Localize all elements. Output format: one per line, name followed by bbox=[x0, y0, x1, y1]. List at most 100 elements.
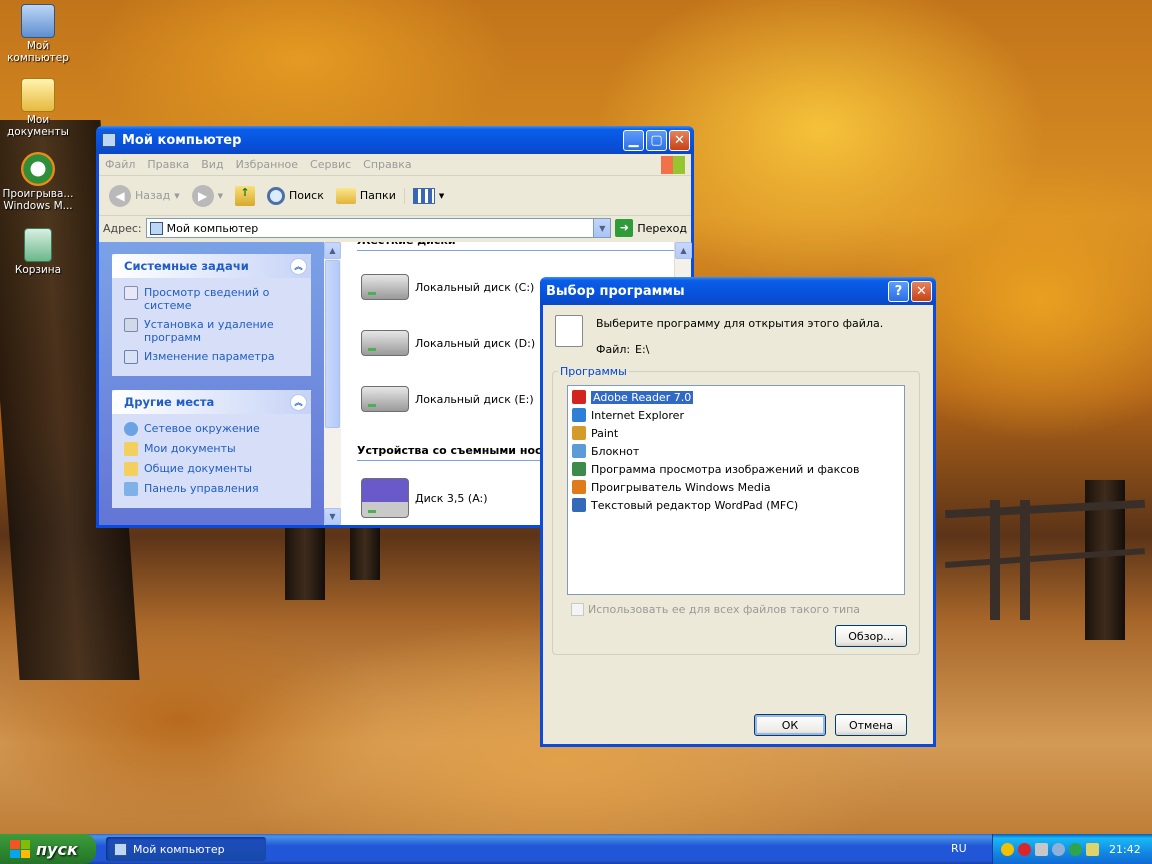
dialog-close-button[interactable]: ✕ bbox=[911, 280, 932, 302]
program-icon bbox=[572, 390, 586, 404]
hard-drive-icon bbox=[361, 386, 409, 412]
search-label: Поиск bbox=[289, 189, 324, 202]
language-indicator[interactable]: RU bbox=[951, 842, 967, 855]
volume-icon[interactable] bbox=[1035, 842, 1048, 856]
menu-file[interactable]: Файл bbox=[99, 158, 141, 171]
computer-icon bbox=[21, 4, 55, 38]
task-label: Изменение параметра bbox=[144, 350, 275, 363]
address-dropdown-button[interactable]: ▼ bbox=[593, 219, 611, 237]
forward-button[interactable]: ▶ ▼ bbox=[188, 184, 227, 207]
menu-help[interactable]: Справка bbox=[357, 158, 417, 171]
chevron-down-icon: ▼ bbox=[174, 191, 180, 200]
up-folder-icon: ↑ bbox=[235, 185, 255, 206]
scroll-thumb[interactable] bbox=[325, 260, 340, 428]
back-button[interactable]: ◀ Назад ▼ bbox=[105, 184, 184, 207]
other-places-header[interactable]: Другие места ︽ bbox=[112, 390, 311, 414]
folders-button[interactable]: Папки bbox=[332, 187, 400, 204]
drive-label: Диск 3,5 (A:) bbox=[415, 491, 488, 505]
collapse-icon[interactable]: ︽ bbox=[290, 393, 307, 411]
cancel-button[interactable]: Отмена bbox=[835, 714, 907, 736]
place-label: Общие документы bbox=[144, 462, 253, 475]
menu-edit[interactable]: Правка bbox=[141, 158, 195, 171]
desktop-icon-my-documents[interactable]: Мои документы bbox=[0, 78, 76, 138]
close-button[interactable]: ✕ bbox=[669, 129, 690, 151]
section-hard-drives: Жесткие диски bbox=[357, 242, 687, 251]
explorer-titlebar[interactable]: Мой компьютер ▁ ▢ ✕ bbox=[96, 126, 694, 154]
clock[interactable]: 21:42 bbox=[1109, 843, 1141, 856]
go-button[interactable]: Переход bbox=[637, 222, 687, 235]
views-button[interactable]: ▼ bbox=[403, 187, 448, 204]
drive-d[interactable]: Локальный диск (D:) bbox=[361, 330, 535, 356]
programs-list[interactable]: Adobe Reader 7.0 Internet Explorer Paint Бл… bbox=[567, 385, 905, 595]
task-add-remove-programs[interactable]: Установка и удаление программ bbox=[124, 318, 303, 344]
chevron-down-icon: ▼ bbox=[438, 191, 445, 200]
taskbar-item-label: Мой компьютер bbox=[133, 842, 225, 856]
control-panel-icon bbox=[124, 482, 138, 496]
go-arrow-icon[interactable]: ➜ bbox=[615, 219, 634, 237]
network-icon[interactable] bbox=[1052, 842, 1065, 856]
program-icon bbox=[572, 426, 586, 440]
search-icon bbox=[267, 186, 285, 205]
program-label: Текстовый редактор WordPad (MFC) bbox=[591, 498, 799, 512]
folder-icon bbox=[124, 462, 138, 476]
task-pane-scrollbar[interactable]: ▲ ▼ bbox=[324, 242, 341, 525]
place-shared-documents[interactable]: Общие документы bbox=[124, 462, 303, 476]
collapse-icon[interactable]: ︽ bbox=[290, 257, 307, 275]
computer-icon bbox=[149, 221, 163, 235]
window-computer-icon bbox=[102, 133, 116, 147]
antivirus-icon[interactable] bbox=[1018, 842, 1031, 856]
drive-c[interactable]: Локальный диск (C:) bbox=[361, 274, 534, 300]
notification-icon[interactable] bbox=[1086, 842, 1099, 856]
drive-label: Локальный диск (E:) bbox=[415, 392, 534, 406]
menu-tools[interactable]: Сервис bbox=[304, 158, 357, 171]
menu-view[interactable]: Вид bbox=[195, 158, 229, 171]
search-button[interactable]: Поиск bbox=[263, 186, 328, 205]
documents-icon bbox=[21, 78, 55, 112]
ok-button[interactable]: ОК bbox=[754, 714, 826, 736]
folder-icon bbox=[335, 187, 356, 204]
program-label: Paint bbox=[591, 426, 619, 440]
menu-favorites[interactable]: Избранное bbox=[230, 158, 304, 171]
program-item[interactable]: Текстовый редактор WordPad (MFC) bbox=[568, 496, 904, 514]
system-tasks-header[interactable]: Системные задачи ︽ bbox=[112, 254, 311, 278]
desktop-icon-label: Мой компьютер bbox=[7, 40, 69, 64]
start-button[interactable]: пуск bbox=[0, 834, 96, 864]
up-button[interactable]: ↑ bbox=[231, 185, 259, 206]
tree-trunk bbox=[350, 520, 380, 580]
browse-button[interactable]: Обзор... bbox=[835, 625, 907, 647]
scroll-up-button[interactable]: ▲ bbox=[324, 242, 341, 259]
desktop-icon-media-player[interactable]: Проигрыва... Windows M... bbox=[0, 152, 76, 212]
place-my-documents[interactable]: Мои документы bbox=[124, 442, 303, 456]
address-input[interactable]: Мой компьютер ▼ bbox=[145, 218, 612, 238]
taskbar-item-my-computer[interactable]: Мой компьютер bbox=[106, 837, 266, 861]
scroll-down-button[interactable]: ▼ bbox=[324, 508, 341, 525]
minimize-button[interactable]: ▁ bbox=[623, 129, 644, 151]
programs-group-label: Программы bbox=[558, 365, 629, 378]
program-icon bbox=[572, 462, 586, 476]
open-with-dialog[interactable]: Выбор программы ? ✕ Выберите программу д… bbox=[540, 277, 936, 747]
program-item[interactable]: Программа просмотра изображений и факсов bbox=[568, 460, 904, 478]
program-item[interactable]: Paint bbox=[568, 424, 904, 442]
program-item[interactable]: Adobe Reader 7.0 bbox=[568, 388, 904, 406]
drive-label: Локальный диск (D:) bbox=[415, 336, 536, 350]
task-view-system-info[interactable]: Просмотр сведений о системе bbox=[124, 286, 303, 312]
program-item[interactable]: Internet Explorer bbox=[568, 406, 904, 424]
maximize-button[interactable]: ▢ bbox=[646, 129, 667, 151]
place-network[interactable]: Сетевое окружение bbox=[124, 422, 303, 436]
place-label: Сетевое окружение bbox=[144, 422, 260, 435]
drive-e[interactable]: Локальный диск (E:) bbox=[361, 386, 534, 412]
program-item[interactable]: Проигрыватель Windows Media bbox=[568, 478, 904, 496]
help-button[interactable]: ? bbox=[888, 280, 909, 302]
task-change-setting[interactable]: Изменение параметра bbox=[124, 350, 303, 364]
dialog-titlebar[interactable]: Выбор программы ? ✕ bbox=[540, 277, 936, 305]
desktop-icon-recycle-bin[interactable]: Корзина bbox=[0, 228, 76, 276]
other-places-title: Другие места bbox=[124, 395, 215, 409]
place-control-panel[interactable]: Панель управления bbox=[124, 482, 303, 496]
program-item[interactable]: Блокнот bbox=[568, 442, 904, 460]
drive-a[interactable]: Диск 3,5 (A:) bbox=[361, 478, 488, 518]
scroll-up-button[interactable]: ▲ bbox=[675, 242, 692, 259]
desktop-icon-my-computer[interactable]: Мой компьютер bbox=[0, 4, 76, 64]
security-shield-icon[interactable] bbox=[1001, 842, 1014, 856]
remember-checkbox[interactable] bbox=[571, 603, 584, 616]
sync-icon[interactable] bbox=[1069, 842, 1082, 856]
